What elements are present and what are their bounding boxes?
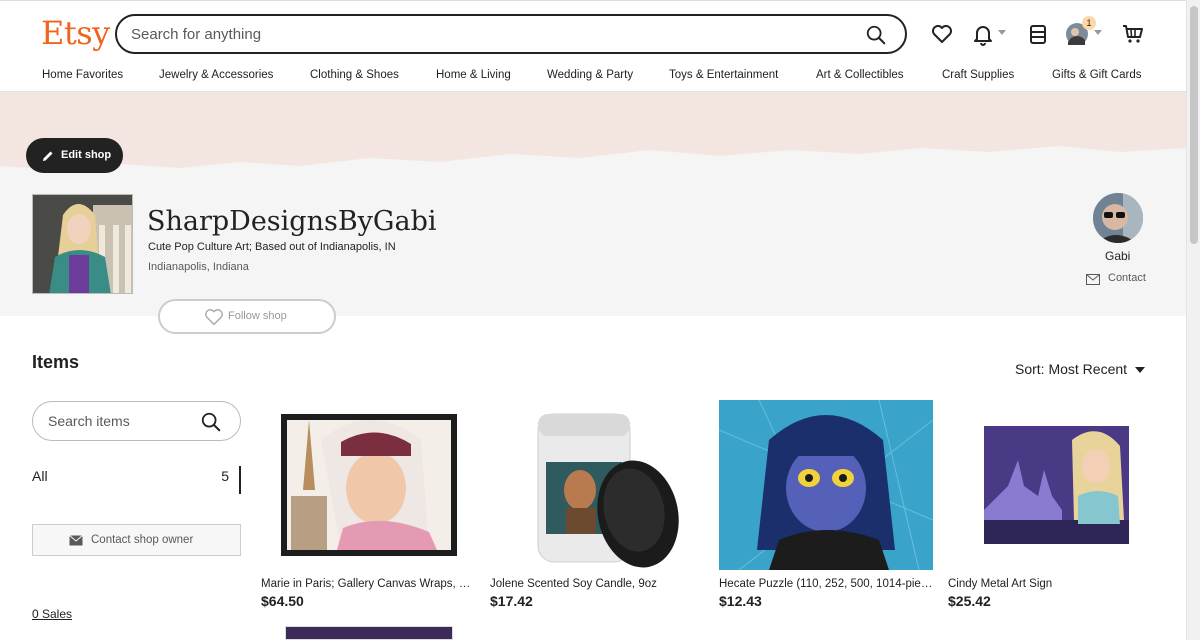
follow-shop-button[interactable]: Follow shop [158,299,336,334]
contact-shop-owner-label: Contact shop owner [91,534,194,546]
contact-shop-owner-button[interactable]: Contact shop owner [32,524,241,556]
listing-card[interactable]: Cindy Metal Art Sign $25.42 [948,400,1162,609]
listing-image[interactable] [261,400,475,570]
shop-icon-image [32,194,133,294]
listing-card[interactable]: Hecate Puzzle (110, 252, 500, 1014-piece… [719,400,933,609]
category-clothing-shoes[interactable]: Clothing & Shoes [310,69,399,81]
listing-title[interactable]: Jolene Scented Soy Candle, 9oz [490,578,704,590]
envelope-icon [69,535,83,546]
category-nav: Home Favorites Jewelry & Accessories Clo… [0,66,1186,92]
section-all-count: 5 [221,468,229,484]
listing-title[interactable]: Cindy Metal Art Sign [948,578,1162,590]
sort-label: Sort: Most Recent [1015,361,1128,377]
listing-image-next-row[interactable] [285,626,453,640]
page-scrollbar[interactable] [1186,0,1200,640]
section-all-label: All [32,468,48,484]
listing-price: $25.42 [948,593,991,609]
shop-name: SharpDesignsByGabi [147,206,437,237]
chevron-down-icon[interactable] [998,30,1006,35]
category-home-living[interactable]: Home & Living [436,69,511,81]
edit-shop-button[interactable]: Edit shop [26,138,123,173]
scrollbar-thumb[interactable] [1190,6,1198,244]
heart-icon [205,309,223,326]
search-placeholder: Search for anything [131,26,262,43]
sort-dropdown[interactable]: Sort: Most Recent [1015,361,1146,377]
category-toys-entertainment[interactable]: Toys & Entertainment [669,69,778,81]
chevron-down-icon[interactable] [1094,30,1102,35]
listing-image[interactable] [490,400,704,570]
category-art-collectibles[interactable]: Art & Collectibles [816,69,904,81]
active-section-indicator [239,466,241,494]
envelope-icon [1086,274,1100,285]
shop-tagline: Cute Pop Culture Art; Based out of India… [148,241,396,253]
listing-title[interactable]: Hecate Puzzle (110, 252, 500, 1014-piece… [719,578,933,590]
pencil-icon [43,151,53,161]
listing-price: $64.50 [261,593,304,609]
search-icon[interactable] [865,24,887,46]
listing-image[interactable] [719,400,933,570]
listing-price: $12.43 [719,593,762,609]
cart-icon[interactable] [1121,22,1145,46]
shop-manager-icon[interactable] [1026,22,1050,46]
search-items-input[interactable]: Search items [32,401,241,441]
section-all[interactable]: All 5 [32,466,241,494]
caret-down-icon [1135,367,1146,374]
search-items-placeholder: Search items [48,413,130,429]
sales-count-link[interactable]: 0 Sales [32,607,72,621]
notifications-bell-icon[interactable] [971,22,995,46]
listing-card[interactable]: Marie in Paris; Gallery Canvas Wraps, Ho… [261,400,475,609]
listing-image[interactable] [948,400,1162,570]
etsy-logo[interactable]: Etsy [41,14,110,52]
site-search-input[interactable]: Search for anything [115,14,907,54]
shop-location: Indianapolis, Indiana [148,261,249,273]
favorites-heart-icon[interactable] [930,22,954,46]
account-badge: 1 [1082,16,1096,30]
follow-shop-label: Follow shop [228,310,287,322]
shop-banner [0,92,1186,316]
items-heading: Items [32,352,80,372]
owner-name[interactable]: Gabi [1105,249,1130,263]
window-top-border [0,0,1186,4]
category-home-favorites[interactable]: Home Favorites [42,69,123,81]
category-gifts-gift-cards[interactable]: Gifts & Gift Cards [1052,69,1141,81]
category-craft-supplies[interactable]: Craft Supplies [942,69,1014,81]
search-icon[interactable] [200,411,222,433]
contact-label: Contact [1108,272,1146,284]
category-jewelry-accessories[interactable]: Jewelry & Accessories [159,69,273,81]
listing-title[interactable]: Marie in Paris; Gallery Canvas Wraps, Ho… [261,578,475,590]
category-wedding-party[interactable]: Wedding & Party [547,69,633,81]
banner-background [0,92,1186,316]
edit-shop-label: Edit shop [61,149,112,161]
listing-card[interactable]: Jolene Scented Soy Candle, 9oz $17.42 [490,400,704,609]
owner-avatar[interactable] [1093,193,1143,243]
listing-price: $17.42 [490,593,533,609]
